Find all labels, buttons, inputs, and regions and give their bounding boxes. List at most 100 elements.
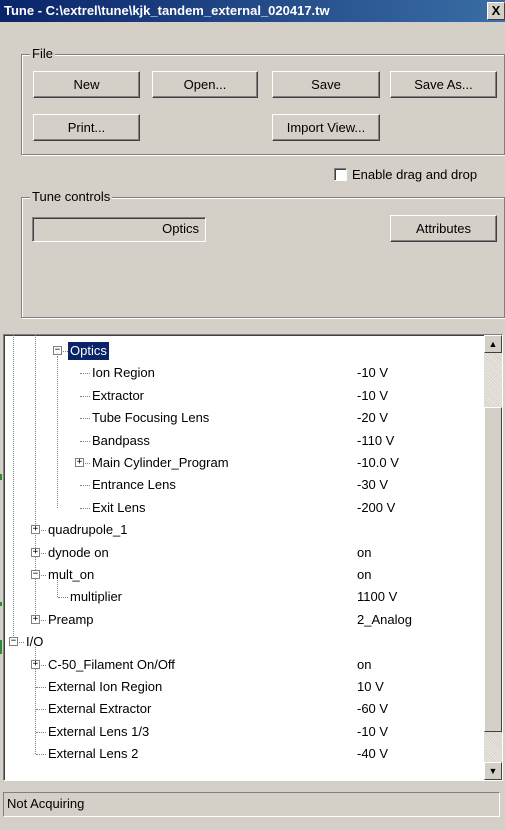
tree-item-value: -10.0 V — [357, 455, 399, 470]
tree-item-label: Extractor — [92, 387, 145, 403]
tree-item-label: External Extractor — [48, 701, 152, 717]
tree-connector — [80, 395, 90, 397]
import-view-button[interactable]: Import View... — [272, 114, 380, 141]
tree-row[interactable]: − Optics — [4, 340, 479, 362]
tree-row[interactable]: multiplier 1100 V — [4, 586, 479, 608]
status-text: Not Acquiring — [7, 796, 85, 811]
expand-plus-icon[interactable]: + — [31, 614, 40, 624]
file-group-label: File — [30, 46, 55, 61]
tree-item-value: on — [357, 544, 372, 560]
tree-item-label: Exit Lens — [92, 499, 146, 515]
tree-row[interactable]: Extractor -10 V — [4, 385, 479, 407]
tree-row[interactable]: Tube Focusing Lens -20 V — [4, 407, 479, 429]
tree-item-value: on — [357, 567, 372, 582]
tree-item-value: -20 V — [357, 410, 389, 426]
tree-item-value: -40 V — [357, 746, 389, 762]
tree-connector — [80, 507, 90, 509]
tree-item-label: External Ion Region — [48, 679, 163, 694]
tree-connector — [36, 731, 46, 733]
tree-connector — [36, 709, 46, 711]
window-edge-mark — [0, 602, 2, 606]
tune-controls-current-field: Optics — [32, 217, 206, 242]
tune-controls-label: Tune controls — [30, 189, 113, 204]
collapse-minus-icon[interactable]: − — [53, 346, 62, 355]
arrow-down-icon: ▼ — [488, 766, 498, 776]
scroll-up-button[interactable]: ▲ — [484, 335, 502, 353]
tree-item-label: Tube Focusing Lens — [92, 410, 210, 426]
tree-connector — [36, 687, 46, 688]
tree-item-label: Bandpass — [92, 432, 150, 448]
tree-scrollbar[interactable]: ▲ ▼ — [484, 335, 502, 780]
tree-item-label: External Lens 2 — [48, 746, 139, 762]
tree-item-value: -60 V — [357, 701, 389, 717]
tree-item-label: I/O — [26, 634, 44, 650]
tree-row[interactable]: + quadrupole_1 — [4, 519, 479, 541]
tree-item-value: 1100 V — [357, 589, 398, 605]
tree-item-value: 10 V — [357, 679, 384, 694]
tree-row[interactable]: Bandpass -110 V — [4, 430, 479, 452]
tree-item-label: multiplier — [70, 589, 123, 605]
collapse-minus-icon[interactable]: − — [9, 637, 18, 647]
tree-row[interactable]: Exit Lens -200 V — [4, 497, 479, 519]
close-icon: X — [491, 3, 501, 18]
enable-drag-drop-row[interactable]: Enable drag and drop — [334, 166, 477, 182]
window-edge-mark — [0, 640, 2, 654]
tree-connector — [36, 754, 46, 756]
tree-item-label: C-50_Filament On/Off — [48, 656, 175, 672]
title-bar: Tune - C:\extrel\tune\kjk_tandem_externa… — [0, 0, 505, 22]
expand-plus-icon[interactable]: + — [31, 525, 40, 535]
tree-connector — [80, 485, 90, 487]
tree-row[interactable]: External Lens 2 -40 V — [4, 743, 479, 765]
expand-plus-icon[interactable]: + — [31, 659, 40, 669]
tree-item-value: on — [357, 656, 372, 672]
tree-row[interactable]: − mult_on on — [4, 564, 479, 586]
tree-row[interactable]: + Main Cylinder_Program -10.0 V — [4, 452, 479, 474]
tree-item-value: -200 V — [357, 499, 396, 515]
scroll-down-button[interactable]: ▼ — [484, 762, 502, 780]
tree-row[interactable]: External Extractor -60 V — [4, 698, 479, 720]
tree-connector — [80, 418, 90, 420]
save-as-button[interactable]: Save As... — [390, 71, 497, 98]
close-button[interactable]: X — [487, 2, 505, 20]
status-bar: Not Acquiring — [3, 792, 500, 817]
tree-item-label: Entrance Lens — [92, 477, 176, 493]
tree-connector — [58, 597, 68, 599]
tree-connector — [80, 440, 90, 442]
tree-row[interactable]: External Ion Region 10 V — [4, 676, 479, 698]
tree-item-label: External Lens 1/3 — [48, 723, 150, 739]
enable-drag-drop-label: Enable drag and drop — [352, 167, 478, 183]
tree-item-value: -30 V — [357, 477, 389, 493]
tree-item-label: mult_on — [48, 567, 95, 582]
new-button[interactable]: New — [33, 71, 140, 98]
tree-item-value: -10 V — [357, 723, 389, 739]
save-button[interactable]: Save — [272, 71, 380, 98]
tree-item-value: -110 V — [357, 432, 395, 448]
window-title: Tune - C:\extrel\tune\kjk_tandem_externa… — [4, 3, 330, 18]
attributes-button[interactable]: Attributes — [390, 215, 497, 242]
tree-item-label: Preamp — [48, 611, 94, 627]
tree-item-label: dynode on — [48, 544, 109, 560]
expand-plus-icon[interactable]: + — [31, 547, 40, 557]
tree-row[interactable]: Ion Region -10 V — [4, 362, 479, 384]
tree-item-label: Main Cylinder_Program — [92, 455, 229, 470]
tree-row[interactable]: + C-50_Filament On/Off on — [4, 654, 479, 676]
expand-plus-icon[interactable]: + — [75, 458, 84, 467]
tree-item-value: -10 V — [357, 387, 389, 403]
tree-item-label: quadrupole_1 — [48, 522, 128, 538]
enable-drag-drop-checkbox[interactable] — [334, 168, 347, 182]
tune-tree-view[interactable]: External Lens 2 -40 V External Lens 1/3 -10… — [3, 334, 503, 781]
tree-item-label: Optics — [67, 341, 110, 361]
window-edge-mark — [0, 474, 2, 480]
arrow-up-icon: ▲ — [488, 339, 498, 349]
tree-row[interactable]: − I/O — [4, 631, 479, 653]
collapse-minus-icon[interactable]: − — [31, 570, 40, 579]
tree-row[interactable]: Entrance Lens -30 V — [4, 474, 479, 496]
tree-row[interactable]: + dynode on on — [4, 542, 479, 564]
print-button[interactable]: Print... — [33, 114, 140, 141]
tree-connector — [80, 373, 90, 375]
scroll-thumb[interactable] — [484, 407, 502, 732]
tree-row[interactable]: + Preamp 2_Analog — [4, 609, 479, 631]
tree-item-label: Ion Region — [92, 365, 155, 381]
tree-row[interactable]: External Lens 1/3 -10 V — [4, 721, 479, 743]
open-button[interactable]: Open... — [152, 71, 258, 98]
